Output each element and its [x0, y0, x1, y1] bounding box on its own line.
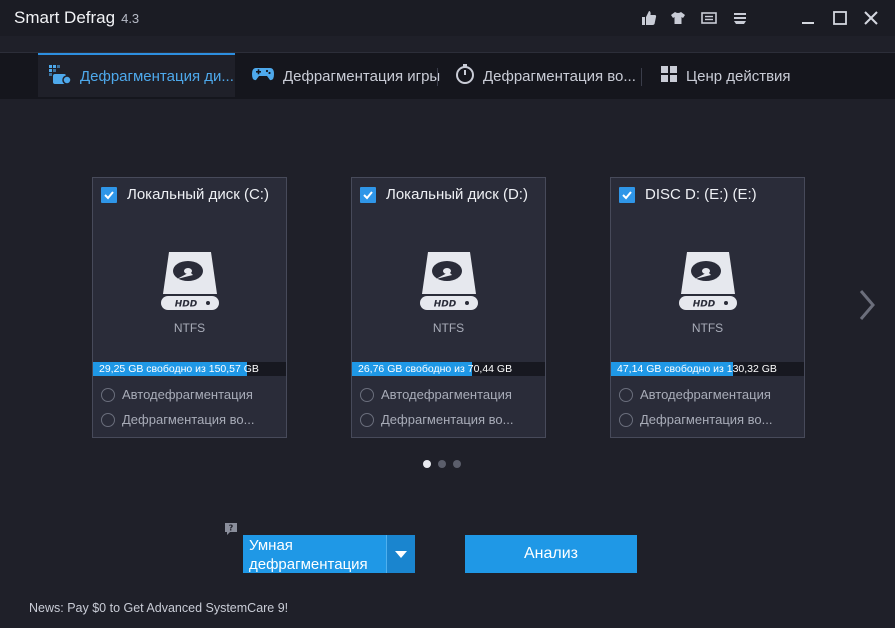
option-auto-defrag[interactable]: Автодефрагментация [619, 387, 771, 402]
option-label: Дефрагментация во... [381, 412, 514, 427]
capacity-text: 47,14 GB свободно из 130,32 GB [617, 363, 777, 375]
option-label: Автодефрагментация [381, 387, 512, 402]
page-dot[interactable] [423, 460, 431, 468]
option-label: Дефрагментация во... [122, 412, 255, 427]
option-boot-defrag[interactable]: Дефрагментация во... [360, 412, 514, 427]
option-boot-defrag[interactable]: Дефрагментация во... [619, 412, 773, 427]
hdd-icon: HDD [416, 246, 482, 312]
hdd-icon: HDD [675, 246, 741, 312]
radio-button[interactable] [360, 387, 374, 402]
radio-button[interactable] [360, 412, 374, 427]
tab-bar: Дефрагментация ди... Дефрагментация игры… [0, 52, 895, 99]
news-ticker[interactable]: News: Pay $0 to Get Advanced SystemCare … [29, 601, 288, 615]
hdd-label: HDD [693, 300, 716, 310]
pagination-dots [423, 460, 461, 468]
option-auto-defrag[interactable]: Автодефрагментация [101, 387, 253, 402]
chevron-right-icon[interactable] [856, 288, 878, 322]
option-auto-defrag[interactable]: Автодефрагментация [360, 387, 512, 402]
thumbs-up-icon[interactable] [640, 9, 658, 27]
capacity-bar: 47,14 GB свободно из 130,32 GB [611, 362, 804, 376]
disk-card-d[interactable]: Локальный диск (D:) HDD NTFS 26,76 GB св… [351, 177, 546, 438]
capacity-bar: 29,25 GB свободно из 150,57 GB [93, 362, 286, 376]
menu-icon[interactable] [731, 9, 749, 27]
filesystem-label: NTFS [173, 321, 206, 335]
app-title: Smart Defrag 4.3 [14, 8, 139, 28]
tab-label: Дефрагментация ди... [80, 67, 234, 85]
option-label: Автодефрагментация [640, 387, 771, 402]
tab-disk-defrag[interactable]: Дефрагментация ди... [38, 53, 235, 97]
stopwatch-icon [455, 63, 483, 89]
chevron-down-icon[interactable] [386, 535, 415, 573]
disk-name: Локальный диск (C:) [127, 186, 269, 203]
tab-separator [641, 68, 642, 86]
disk-card-header: Локальный диск (C:) [101, 186, 269, 203]
hdd-label: HDD [175, 300, 198, 310]
app-name: Smart Defrag [14, 8, 116, 27]
disk-checkbox[interactable] [619, 186, 635, 203]
analyze-button[interactable]: Анализ [465, 535, 637, 573]
radio-button[interactable] [619, 412, 633, 427]
disk-name: Локальный диск (D:) [386, 186, 528, 203]
minimize-button[interactable] [796, 6, 820, 30]
page-dot[interactable] [453, 460, 461, 468]
app-version: 4.3 [121, 11, 140, 26]
tab-separator [437, 68, 438, 86]
close-button[interactable] [859, 6, 883, 30]
hdd-label: HDD [434, 300, 457, 310]
title-bar: Smart Defrag 4.3 [0, 0, 895, 36]
disk-defrag-icon [48, 62, 80, 90]
disk-card-header: Локальный диск (D:) [360, 186, 528, 203]
option-label: Дефрагментация во... [640, 412, 773, 427]
option-boot-defrag[interactable]: Дефрагментация во... [101, 412, 255, 427]
tshirt-icon[interactable] [669, 9, 687, 27]
svg-text:?: ? [229, 524, 234, 533]
radio-button[interactable] [619, 387, 633, 402]
option-label: Автодефрагментация [122, 387, 253, 402]
tab-label: Дефрагментация во... [483, 67, 636, 85]
capacity-text: 26,76 GB свободно из 70,44 GB [358, 363, 513, 375]
tab-boot-defrag[interactable]: Дефрагментация во... [455, 53, 636, 99]
radio-button[interactable] [101, 412, 115, 427]
tab-action-center[interactable]: Ценр действия [660, 53, 791, 99]
radio-button[interactable] [101, 387, 115, 402]
disk-card-e[interactable]: DISC D: (E:) (E:) HDD NTFS 47,14 GB своб… [610, 177, 805, 438]
disk-checkbox[interactable] [360, 186, 376, 203]
defrag-mode-select[interactable]: Умная дефрагментация [243, 535, 415, 573]
disk-card-header: DISC D: (E:) (E:) [619, 186, 757, 203]
disk-card-c[interactable]: Локальный диск (C:) HDD NTFS 29,25 GB св… [92, 177, 287, 438]
capacity-bar: 26,76 GB свободно из 70,44 GB [352, 362, 545, 376]
tab-label: Ценр действия [686, 67, 791, 85]
capacity-text: 29,25 GB свободно из 150,57 GB [99, 363, 259, 375]
filesystem-label: NTFS [432, 321, 465, 335]
hdd-icon: HDD [157, 246, 223, 312]
help-icon[interactable]: ? [224, 522, 238, 536]
maximize-button[interactable] [828, 6, 852, 30]
message-icon[interactable] [700, 9, 718, 27]
disk-name: DISC D: (E:) (E:) [645, 186, 757, 203]
gamepad-icon [251, 65, 283, 87]
page-dot[interactable] [438, 460, 446, 468]
filesystem-label: NTFS [691, 321, 724, 335]
defrag-mode-value: Умная дефрагментация [249, 537, 368, 573]
tab-game-defrag[interactable]: Дефрагментация игры [251, 53, 440, 99]
grid-icon [660, 65, 686, 87]
disk-checkbox[interactable] [101, 186, 117, 203]
tab-label: Дефрагментация игры [283, 67, 441, 85]
